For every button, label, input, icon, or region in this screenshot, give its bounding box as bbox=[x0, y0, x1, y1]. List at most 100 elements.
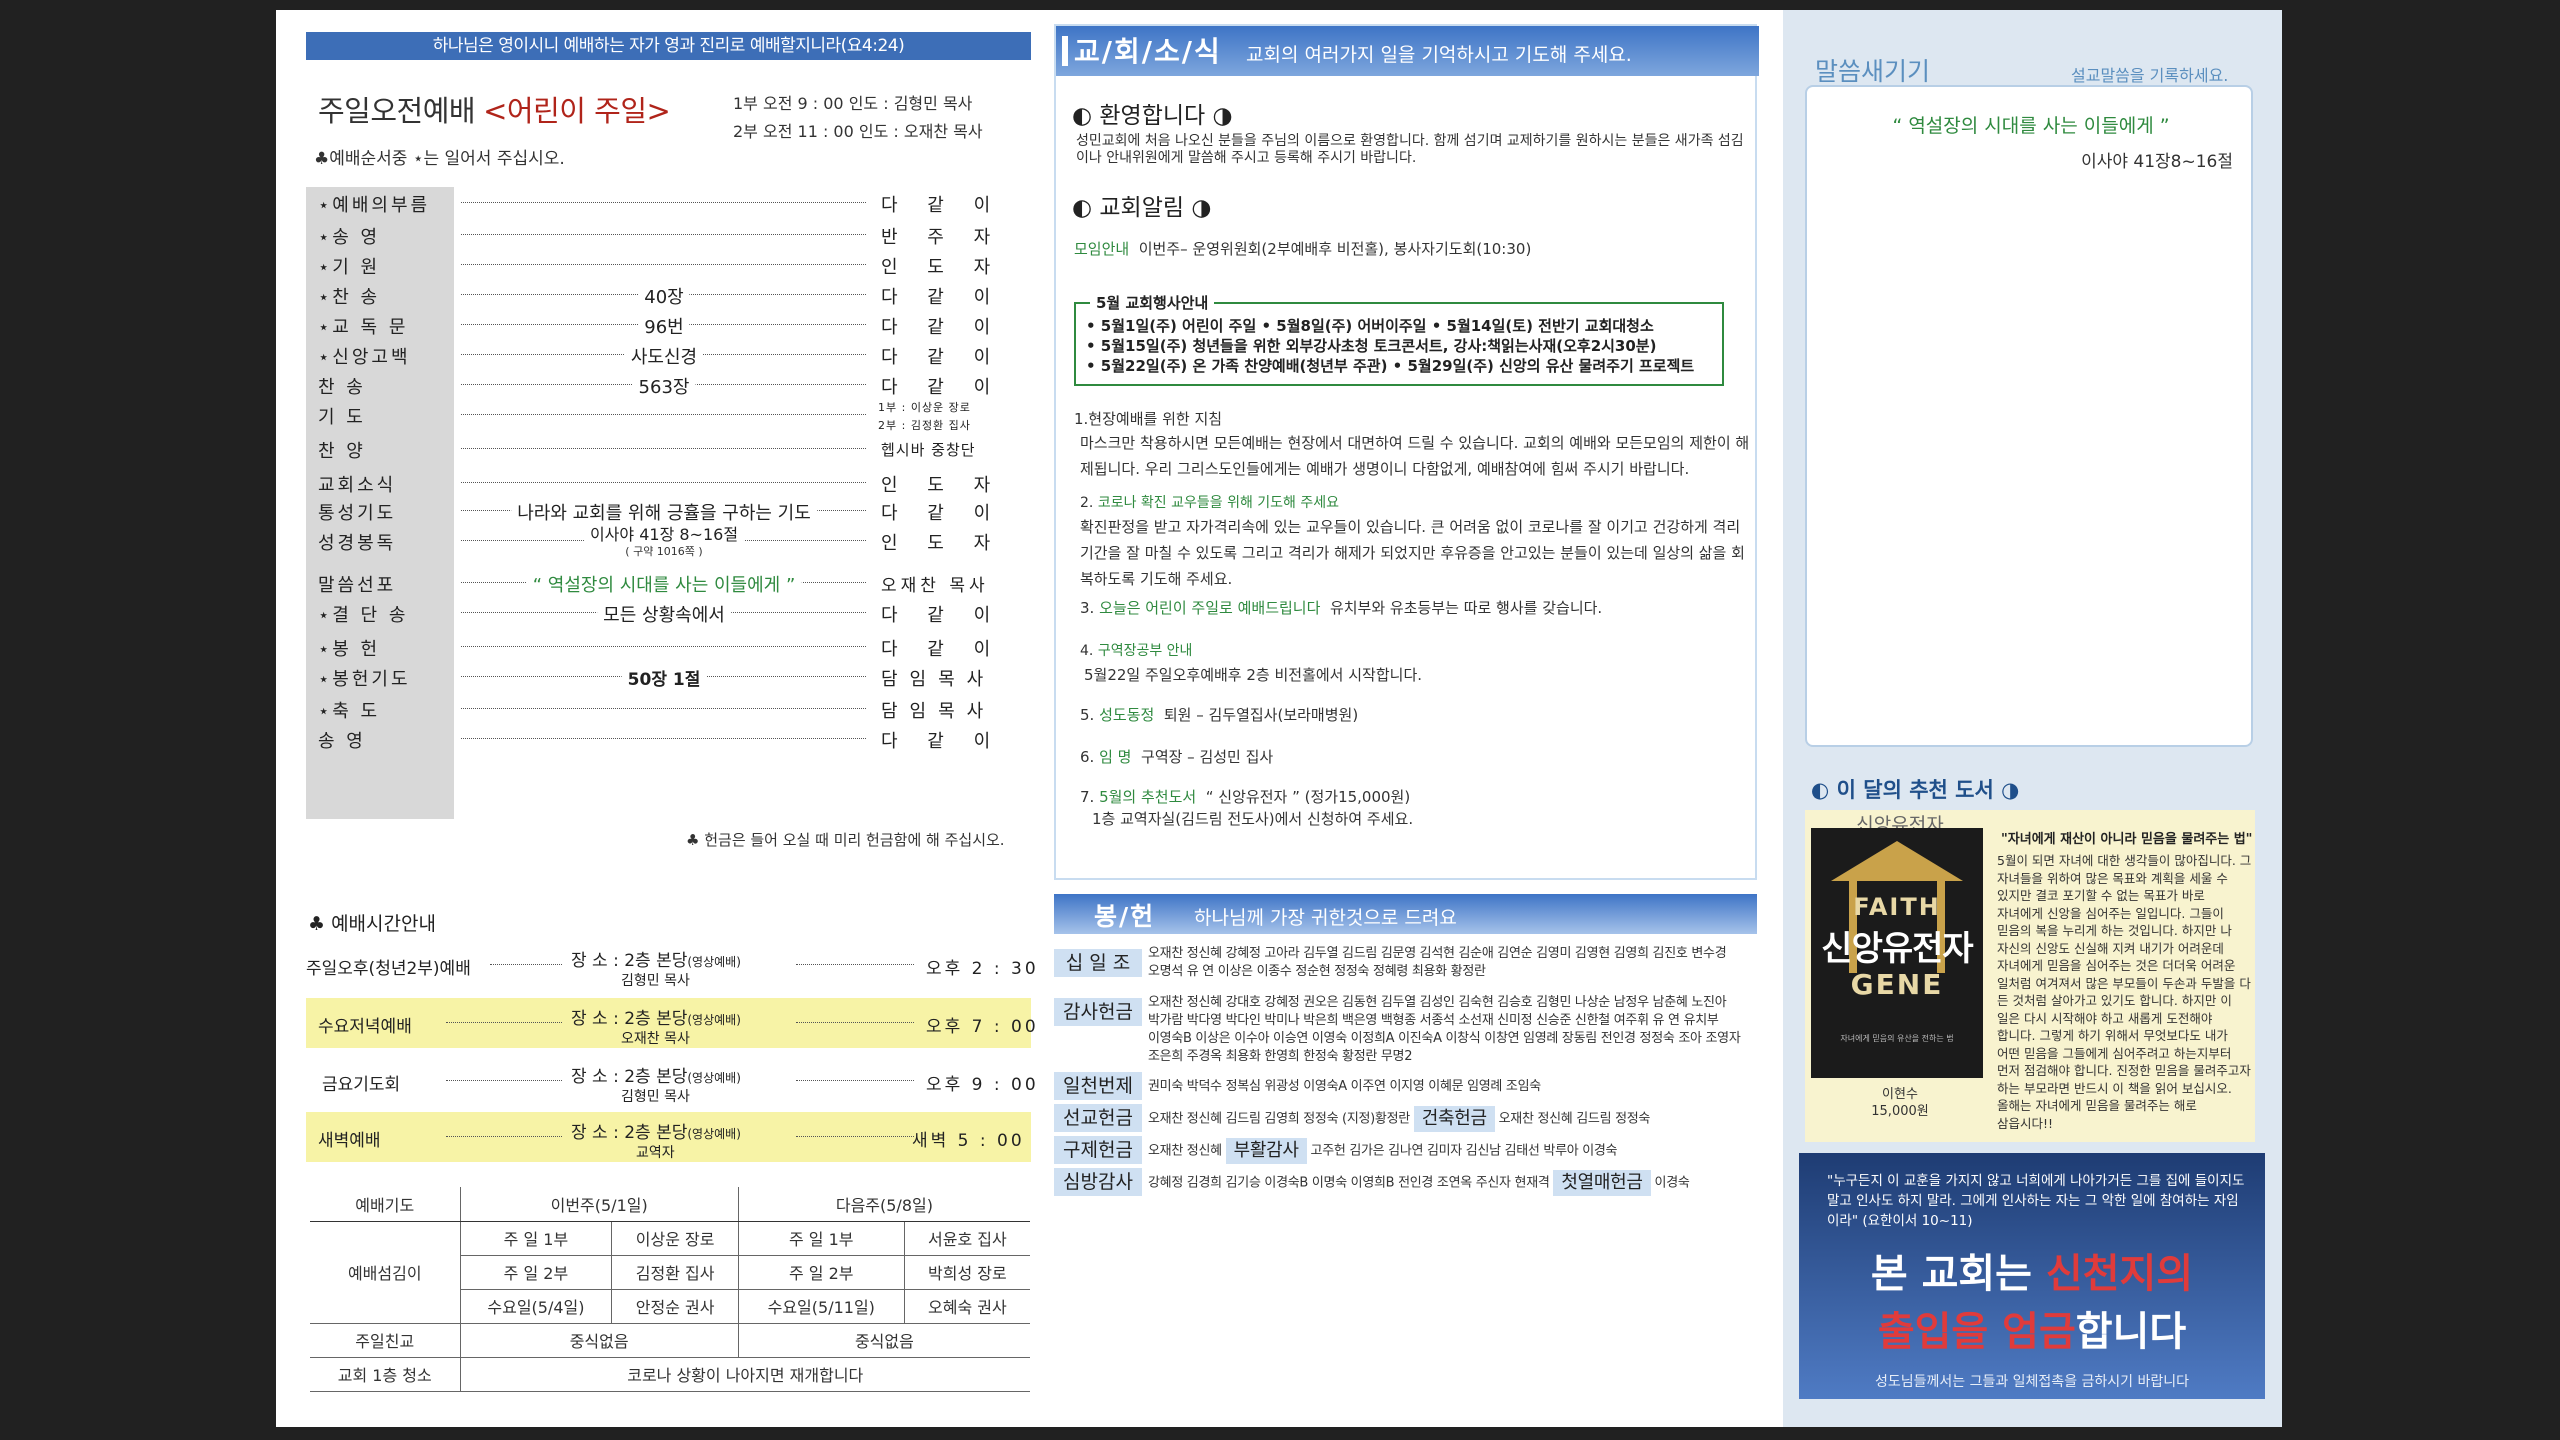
memo-subtitle: 설교말씀을 기록하세요. bbox=[2071, 66, 2229, 85]
service-time-row: 수요저녁예배 장 소 : 2층 본당(영상예배) 오재찬 목사 오후 7 : 00 bbox=[306, 998, 1036, 1048]
leader-dots bbox=[490, 964, 562, 965]
order-detail: 모든 상황속에서 bbox=[597, 601, 731, 627]
order-label: ⋆신앙고백 bbox=[318, 347, 411, 368]
order-subdetail: ( 구약 1016쪽 ) bbox=[625, 545, 703, 558]
service-time: 오후 7 : 00 bbox=[926, 1017, 1039, 1037]
leader-dots bbox=[461, 448, 866, 449]
leader-dots bbox=[446, 1080, 562, 1081]
order-row: ⋆축 도 담임목사 bbox=[306, 695, 1031, 725]
notice-1-title: 1.현장예배를 위한 지침 bbox=[1074, 410, 1223, 428]
leader-dots bbox=[796, 1022, 914, 1023]
order-row: 기 도 1부 : 이상운 장로 2부 : 김정환 집사 bbox=[306, 401, 1031, 432]
notice-5: 5. 성도동정 퇴원 – 김두열집사(보라매병원) bbox=[1080, 706, 1359, 724]
leader-dots bbox=[461, 414, 866, 415]
offering-note: ♣ 헌금은 들어 오실 때 미리 헌금함에 해 주십시오. bbox=[686, 831, 1005, 849]
memo-title: 말씀새기기 bbox=[1815, 57, 1931, 86]
leader-dots bbox=[796, 1136, 914, 1137]
order-row: ⋆기 원 인 도 자 bbox=[306, 251, 1031, 281]
thanks-row: 감사헌금 오재찬 정신혜 강대호 강혜정 권오은 김동현 김두열 김성인 김숙현… bbox=[1054, 994, 1760, 1066]
order-of-worship: ⋆예배의부름 다 같 이 ⋆송 영반 주 자 ⋆기 원인 도 자 ⋆찬 송 40장 다 같 … bbox=[306, 187, 1031, 819]
service-pastor: 김형민 목사 bbox=[621, 973, 690, 989]
order-label: ⋆축 도 bbox=[318, 701, 381, 722]
order-leader: 다 같 이 bbox=[881, 503, 1003, 524]
notice-2-text: 확진판정을 받고 자가격리속에 있는 교우들이 있습니다. 큰 어려움 없이 코… bbox=[1080, 518, 1745, 588]
order-leader: 다 같 이 bbox=[881, 347, 1003, 368]
service-name: 주일오후(청년2부)예배 bbox=[306, 959, 471, 979]
order-detail: “ 역설장의 시대를 사는 이들에게 ” bbox=[526, 571, 802, 597]
news-column: 교/회/소/식 교회의 여러가지 일을 기억하시고 기도해 주세요. ◐ 환영합… bbox=[1054, 24, 1760, 1414]
may-events-box: 5월 교회행사안내 • 5월1일(주) 어린이 주일 • 5월8일(주) 어버이… bbox=[1074, 293, 1724, 386]
order-row: ⋆봉헌기도 50장 1절 담임목사 bbox=[306, 663, 1031, 693]
leader-dots bbox=[796, 964, 914, 965]
order-row: ⋆교 독 문 96번 다 같 이 bbox=[306, 311, 1031, 341]
warning-footer: 성도님들께서는 그들과 일체접촉을 금하시기 바랍니다 bbox=[1874, 1374, 2190, 1390]
order-leader: 인 도 자 bbox=[881, 475, 1003, 496]
leader-dots bbox=[461, 482, 866, 483]
order-label: ⋆결 단 송 bbox=[318, 605, 409, 626]
order-label: 기 도 bbox=[318, 407, 366, 428]
order-row: ⋆신앙고백 사도신경 다 같 이 bbox=[306, 341, 1031, 371]
notice-1-text: 마스크만 착용하시면 모든예배는 현장에서 대면하여 드릴 수 있습니다. 교회… bbox=[1080, 434, 1750, 478]
children-sunday-label: <어린이 주일> bbox=[483, 94, 671, 128]
book-recommendation: 신앙유전자 FAITH 신앙유전자 GENE 자녀에게 믿음의 유산을 전하는 … bbox=[1805, 810, 2255, 1142]
header-verse: 하나님은 영이시니 예배하는 자가 영과 진리로 예배할지니라(요4:24) bbox=[306, 32, 1031, 60]
order-leader: 다 같 이 bbox=[881, 639, 1003, 660]
sermon-title: “ 역설장의 시대를 사는 이들에게 ” bbox=[1892, 115, 2170, 137]
leader-dots bbox=[461, 708, 866, 709]
order-leader: 인 도 자 bbox=[881, 257, 1003, 278]
order-leader: 담임목사 bbox=[881, 701, 996, 722]
mission2-row: 선교헌금 오재찬 정신혜 김드림 김영희 정정숙 (지정)황정란 건축헌금 오재… bbox=[1054, 1104, 1760, 1134]
order-label: ⋆송 영 bbox=[318, 227, 381, 248]
worship-column: 하나님은 영이시니 예배하는 자가 영과 진리로 예배할지니라(요4:24) 주… bbox=[306, 32, 1036, 1412]
service-time-row: 새벽예배 장 소 : 2층 본당(영상예배) 교역자 새벽 5 : 00 bbox=[306, 1112, 1031, 1162]
service-pastor: 오재찬 목사 bbox=[621, 1031, 690, 1047]
order-detail: 40장 bbox=[638, 283, 690, 309]
order-leader: 오재찬 목사 bbox=[881, 576, 989, 596]
order-label: ⋆봉 헌 bbox=[318, 639, 381, 660]
order-leader: 1부 : 이상운 장로 2부 : 김정환 집사 bbox=[878, 401, 971, 432]
order-label: 통성기도 bbox=[318, 503, 397, 524]
order-label: ⋆예배의부름 bbox=[318, 195, 431, 216]
book-description: 5월이 되면 자녀에 대한 생각들이 많아집니다. 그 자녀들을 위하여 많은 … bbox=[1997, 853, 2252, 1131]
book-author: 이현수 15,000원 bbox=[1871, 1087, 1929, 1119]
leader-dots bbox=[461, 738, 866, 739]
order-row: 찬 송 563장 다 같 이 bbox=[306, 371, 1031, 401]
leader-dots bbox=[461, 264, 866, 265]
service-name: 수요저녁예배 bbox=[318, 1017, 412, 1037]
sermon-memo-box[interactable]: “ 역설장의 시대를 사는 이들에게 ” 이사야 41장8~16절 bbox=[1805, 85, 2253, 747]
warning-verse: "누구든지 이 교훈을 가지지 않고 너희에게 나아가거든 그를 집에 들이지도… bbox=[1827, 1173, 2245, 1229]
order-label: 교회소식 bbox=[318, 475, 397, 496]
notice-4-title: 4. 구역장공부 안내 bbox=[1080, 643, 1193, 659]
order-label: 말씀선포 bbox=[318, 575, 397, 596]
service-time-row: 금요기도회 장 소 : 2층 본당(영상예배) 김형민 목사 오후 9 : 00 bbox=[306, 1056, 1036, 1106]
offering-header: 봉/헌 하나님께 가장 귀한것으로 드려요 bbox=[1054, 894, 1757, 934]
service-time-row: 주일오후(청년2부)예배 장 소 : 2층 본당(영상예배) 김형민 목사 오후 2 … bbox=[306, 940, 1036, 990]
service-place: 장 소 : 2층 본당(영상예배) bbox=[571, 1123, 741, 1143]
notice-6: 6. 임 명 구역장 – 김성민 집사 bbox=[1080, 748, 1274, 766]
order-leader: 다 같 이 bbox=[881, 377, 1003, 398]
service-pastor: 교역자 bbox=[636, 1145, 675, 1161]
visit-row: 심방감사 강혜정 김경희 김기승 이경숙B 이명숙 이영희B 전인경 조연옥 주… bbox=[1054, 1168, 1760, 1198]
order-detail: 이사야 41장 8~16절 bbox=[583, 521, 745, 545]
order-label: 성경봉독 bbox=[318, 533, 397, 554]
meeting-notice: 모임안내 이번주– 운영위원회(2부예배후 비전홀), 봉사자기도회(10:30… bbox=[1074, 240, 1532, 258]
order-leader: 담임목사 bbox=[881, 669, 996, 690]
sermon-reference: 이사야 41장8~16절 bbox=[2081, 152, 2233, 172]
notice-4-text: 5월22일 주일오후예배후 2층 비전홀에서 시작합니다. bbox=[1084, 666, 1423, 684]
order-leader: 인 도 자 bbox=[881, 533, 1003, 554]
notice-2-title: 2. 코로나 확진 교우들을 위해 기도해 주세요 bbox=[1080, 495, 1340, 511]
service-name: 금요기도회 bbox=[322, 1075, 401, 1095]
notice-3: 3. 오늘은 어린이 주일로 예배드립니다 유치부와 유초등부는 따로 행사를 … bbox=[1080, 599, 1603, 617]
church-news-box: 교/회/소/식 교회의 여러가지 일을 기억하시고 기도해 주세요. ◐ 환영합… bbox=[1054, 24, 1759, 880]
order-row: ⋆결 단 송 모든 상황속에서 다 같 이 bbox=[306, 599, 1031, 629]
service-title: 주일오전예배 <어린이 주일> bbox=[318, 94, 671, 128]
order-leader: 다 같 이 bbox=[881, 731, 1003, 752]
church-news-header: 교/회/소/식 교회의 여러가지 일을 기억하시고 기도해 주세요. bbox=[1056, 26, 1759, 76]
relief-row: 구제헌금 오재찬 정신혜 부활감사 고주헌 김가은 김나연 김미자 김신남 김태… bbox=[1054, 1136, 1760, 1166]
service-place: 장 소 : 2층 본당(영상예배) bbox=[571, 951, 741, 971]
bulletin-page: 하나님은 영이시니 예배하는 자가 영과 진리로 예배할지니라(요4:24) 주… bbox=[276, 10, 2282, 1427]
order-row: ⋆봉 헌 다 같 이 bbox=[306, 633, 1031, 663]
service-name: 새벽예배 bbox=[318, 1131, 381, 1151]
order-label: 찬 양 bbox=[318, 441, 366, 462]
leader-dots bbox=[461, 646, 866, 647]
